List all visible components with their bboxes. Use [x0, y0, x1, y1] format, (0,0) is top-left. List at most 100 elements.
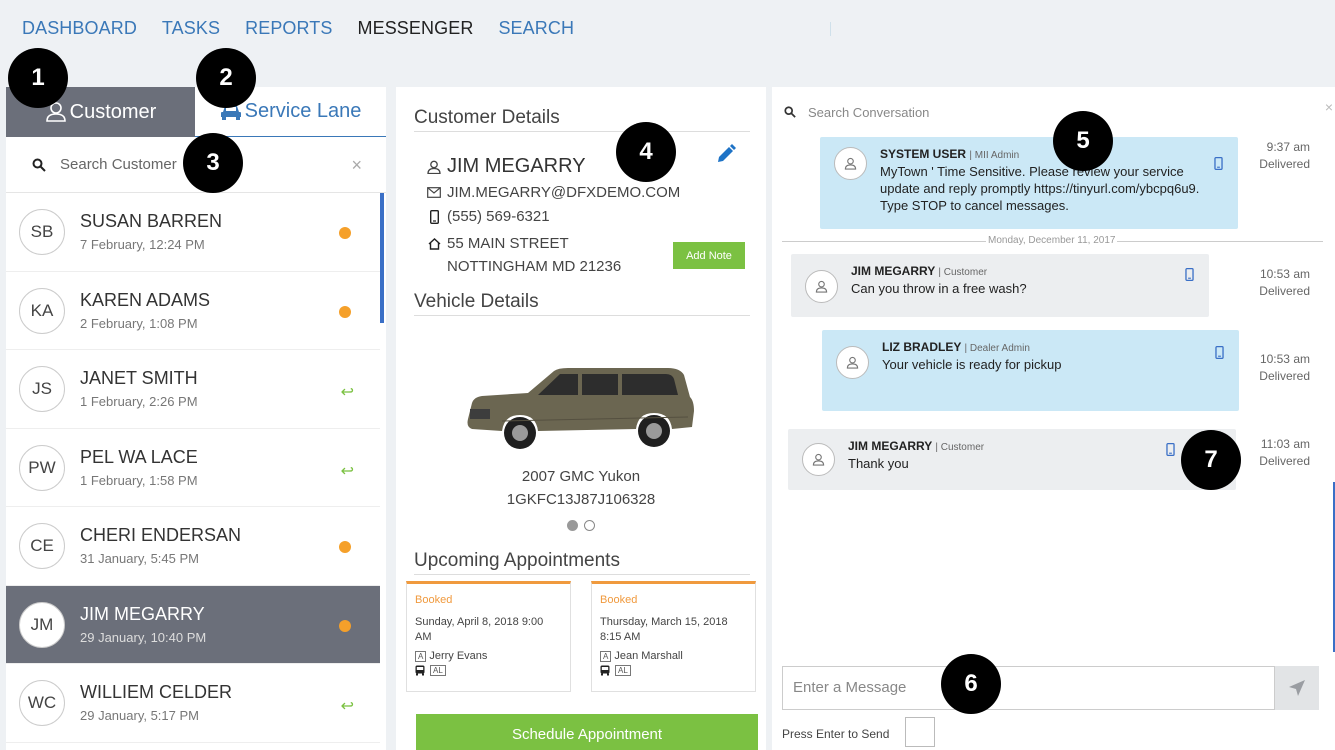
customer-date: 7 February, 12:24 PM [80, 237, 205, 252]
sender-role: | Dealer Admin [964, 343, 1030, 354]
avatar [834, 147, 867, 180]
sender-role: | Customer [938, 267, 988, 278]
appointment-card[interactable]: Booked Sunday, April 8, 2018 9:00 AM A J… [406, 581, 571, 692]
callout-badge: 3 [183, 133, 243, 193]
customer-details-title: Customer Details [414, 107, 750, 132]
customer-name: KAREN ADAMS [80, 289, 211, 310]
sender-role: | MII Admin [969, 150, 1020, 161]
press-enter-checkbox[interactable] [905, 717, 935, 747]
clear-search-icon[interactable]: × [351, 155, 362, 176]
customer-list: SB SUSAN BARREN 7 February, 12:24 PM KA … [6, 193, 380, 750]
nav-dashboard[interactable]: DASHBOARD [22, 18, 137, 39]
message-bubble: SYSTEM USER | MII Admin MyTown ' Time Se… [820, 137, 1238, 229]
message-status: Delivered [1259, 157, 1310, 171]
vehicle-name: 2007 GMC Yukon [521, 468, 641, 485]
appointment-date: Sunday, April 8, 2018 9:00 AM [415, 616, 544, 643]
schedule-appointment-button[interactable]: Schedule Appointment [416, 714, 758, 750]
pager-dot-active[interactable] [567, 520, 578, 531]
message-sender: SYSTEM USER | MII Admin [880, 147, 1226, 161]
list-item[interactable]: JS JANET SMITH 1 February, 2:26 PM ↩ [6, 350, 380, 429]
avatar: WC [19, 680, 65, 726]
add-note-button[interactable]: Add Note [673, 242, 745, 269]
appointment-date: Thursday, March 15, 2018 8:15 AM [600, 616, 728, 643]
person-icon [812, 453, 825, 466]
customer-name-row: JIM MEGARRY [426, 155, 586, 178]
list-item[interactable]: KA KAREN ADAMS 2 February, 1:08 PM [6, 272, 380, 350]
nav-tasks[interactable]: TASKS [162, 18, 220, 39]
customer-phone[interactable]: (555) 569-6321 [447, 208, 550, 225]
customer-address-row2: NOTTINGHAM MD 21236 [447, 258, 621, 275]
customer-detail-name: JIM MEGARRY [447, 155, 586, 177]
avatar: JM [19, 601, 65, 648]
message-text: MyTown ' Time Sensitive. Please review y… [880, 164, 1200, 213]
mobile-phone-icon [1166, 443, 1175, 456]
person-icon [815, 280, 828, 293]
message-meta: 9:37 am Delivered [1230, 139, 1310, 173]
nav-reports[interactable]: REPORTS [245, 18, 332, 39]
customer-date: 2 February, 1:08 PM [80, 315, 198, 331]
callout-badge: 2 [196, 48, 256, 108]
pager-dot[interactable] [584, 520, 595, 531]
nav-search[interactable]: SEARCH [498, 18, 574, 39]
callout-badge: 4 [616, 122, 676, 182]
transport-tag: AL [430, 665, 446, 676]
appointment-card[interactable]: Booked Thursday, March 15, 2018 8:15 AM … [591, 581, 756, 692]
vehicle-details-title: Vehicle Details [414, 291, 750, 316]
customer-date: 31 January, 5:45 PM [80, 551, 199, 566]
message-meta: 11:03 am Delivered [1230, 436, 1310, 470]
mobile-phone-icon [1185, 268, 1194, 281]
clear-conversation-search-icon[interactable]: × [1325, 99, 1333, 115]
press-enter-label: Press Enter to Send [782, 727, 890, 741]
tab-service-lane-label: Service Lane [244, 100, 362, 122]
appointment-advisor-row: A Jerry Evans [415, 650, 487, 662]
list-item[interactable]: WC WILLIEM CELDER 29 January, 5:17 PM ↩ [6, 664, 380, 743]
envelope-icon [426, 187, 442, 198]
vehicle-carousel-pager [567, 520, 595, 531]
list-item-selected[interactable]: JM JIM MEGARRY 29 January, 10:40 PM [6, 585, 380, 664]
message-composer [782, 666, 1275, 710]
avatar: SB [19, 209, 65, 255]
edit-pencil-icon[interactable] [716, 144, 736, 164]
appointment-advisor: Jean Marshall [614, 650, 683, 662]
avatar: CE [19, 523, 65, 569]
avatar: KA [19, 287, 65, 334]
message-status: Delivered [1259, 369, 1310, 383]
customer-address-line1: 55 MAIN STREET [447, 235, 569, 252]
sender-role: | Customer [935, 442, 985, 453]
appointment-transport-row: AL [415, 665, 449, 676]
list-item[interactable]: CE CHERI ENDERSAN 31 January, 5:45 PM [6, 507, 380, 586]
conversation-search-bar: × [772, 87, 1335, 137]
mobile-phone-icon [1214, 157, 1223, 170]
bus-icon [415, 665, 425, 676]
person-icon [846, 356, 859, 369]
send-arrow-icon [1289, 680, 1305, 696]
customer-date: 29 January, 5:17 PM [80, 708, 199, 723]
reply-icon: ↩ [340, 462, 354, 480]
day-divider-label: Monday, December 11, 2017 [986, 235, 1118, 246]
message-status: Delivered [1259, 284, 1310, 298]
message-text: Thank you [848, 456, 909, 471]
message-time: 10:53 am [1259, 267, 1310, 281]
sender-name: JIM MEGARRY [848, 439, 933, 453]
customer-address-line2: NOTTINGHAM MD 21236 [447, 258, 622, 275]
appointment-advisor: Jerry Evans [429, 650, 488, 662]
mobile-phone-icon [1215, 346, 1224, 359]
customer-name: JIM MEGARRY [80, 603, 205, 624]
search-icon [784, 106, 796, 118]
top-nav: DASHBOARD TASKS REPORTS MESSENGER SEARCH [0, 0, 1335, 56]
callout-badge: 5 [1053, 111, 1113, 171]
list-item[interactable]: PW PEL WA LACE 1 February, 1:58 PM ↩ [6, 429, 380, 507]
unread-dot-icon [339, 541, 351, 553]
send-button[interactable] [1275, 666, 1319, 710]
appointment-status: Booked [415, 594, 453, 606]
appointment-status: Booked [600, 594, 638, 606]
message-bubble: LIZ BRADLEY | Dealer Admin Your vehicle … [822, 330, 1239, 411]
customer-phone-row: (555) 569-6321 [426, 208, 550, 225]
customer-name: PEL WA LACE [80, 446, 198, 467]
unread-dot-icon [339, 305, 351, 318]
nav-messenger[interactable]: MESSENGER [358, 18, 474, 39]
message-sender: JIM MEGARRY | Customer [851, 264, 1197, 278]
list-item[interactable]: SB SUSAN BARREN 7 February, 12:24 PM [6, 193, 380, 272]
customer-email[interactable]: JIM.MEGARRY@DFXDEMO.COM [447, 184, 680, 201]
customer-list-scrollbar[interactable] [380, 193, 384, 323]
